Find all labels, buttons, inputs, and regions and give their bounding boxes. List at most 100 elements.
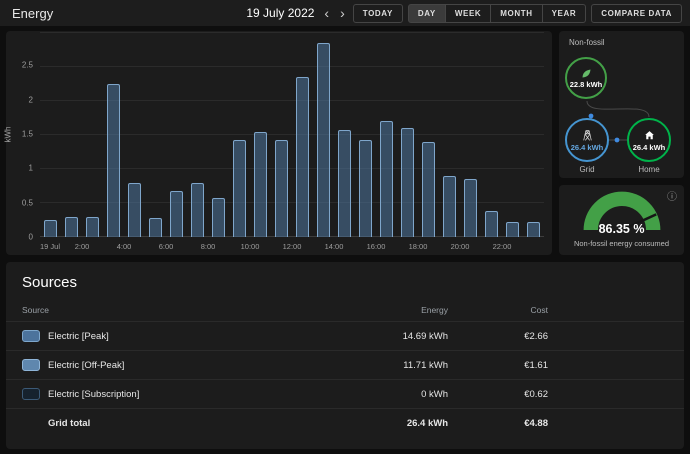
today-button[interactable]: TODAY xyxy=(353,4,403,23)
range-tabs: DAYWEEKMONTHYEAR xyxy=(408,4,586,23)
source-color-swatch xyxy=(22,388,40,400)
x-tick-label: 2:00 xyxy=(75,242,90,251)
chart-bar[interactable] xyxy=(107,84,120,237)
compare-data-button[interactable]: COMPARE DATA xyxy=(591,4,682,23)
non-fossil-circle[interactable]: 22.8 kWh xyxy=(565,57,607,99)
column-cost: Cost xyxy=(448,305,548,315)
table-row[interactable]: Electric [Off-Peak]11.71 kWh€1.61 xyxy=(6,350,684,379)
source-color-swatch xyxy=(22,330,40,342)
chart-bar[interactable] xyxy=(317,43,330,237)
table-row[interactable]: Electric [Peak]14.69 kWh€2.66 xyxy=(6,321,684,350)
non-fossil-value: 22.8 kWh xyxy=(570,80,603,89)
non-fossil-gauge-card: ⓘ 86.35 % Non-fossil energy consumed xyxy=(559,185,684,255)
y-tick-label: 0.5 xyxy=(22,198,33,207)
chart-bar[interactable] xyxy=(275,140,288,237)
y-tick-label: 1.5 xyxy=(22,130,33,139)
chart-bar[interactable] xyxy=(191,183,204,237)
x-tick-label: 8:00 xyxy=(201,242,216,251)
chart-x-axis: 19 Jul 2:00 4:00 6:00 8:00 10:00 12:00 14:00 16:… xyxy=(40,239,544,253)
chart-plot xyxy=(40,33,544,237)
gridline xyxy=(40,66,544,67)
table-row[interactable]: Electric [Subscription] 0 kWh€0.62 xyxy=(6,379,684,408)
source-name: Electric [Off-Peak] xyxy=(48,360,124,371)
home-value: 26.4 kWh xyxy=(633,143,666,152)
chart-bar[interactable] xyxy=(170,191,183,237)
right-column: Non-fossil 22.8 kWh 2 xyxy=(559,31,684,255)
sources-table-header: SourceEnergyCost xyxy=(6,299,684,321)
chart-bar[interactable] xyxy=(149,218,162,237)
x-tick-label: 22:00 xyxy=(493,242,512,251)
gauge-value: 86.35 % xyxy=(559,222,684,236)
y-axis-unit-label: kWh xyxy=(4,126,13,142)
tab-month[interactable]: MONTH xyxy=(490,4,542,23)
x-tick-label: 20:00 xyxy=(451,242,470,251)
y-tick-label: 1 xyxy=(29,164,33,173)
sources-card: Sources SourceEnergyCostElectric [Peak]1… xyxy=(6,262,684,449)
x-tick-label: 16:00 xyxy=(367,242,386,251)
x-tick-label: 19 Jul xyxy=(40,242,60,251)
x-tick-label: 14:00 xyxy=(325,242,344,251)
column-source: Source xyxy=(22,305,333,315)
chart-bar[interactable] xyxy=(338,130,351,237)
source-energy: 0 kWh xyxy=(333,389,448,400)
chart-bar[interactable] xyxy=(212,198,225,237)
chart-bar[interactable] xyxy=(233,140,246,237)
sources-table: SourceEnergyCostElectric [Peak]14.69 kWh… xyxy=(6,299,684,437)
chart-bar[interactable] xyxy=(296,77,309,237)
chart-y-axis: kWh 00.511.522.5 xyxy=(6,31,38,237)
y-tick-label: 2.5 xyxy=(22,61,33,70)
tab-year[interactable]: YEAR xyxy=(542,4,587,23)
chart-bar[interactable] xyxy=(254,132,267,237)
chevron-right-icon[interactable]: › xyxy=(337,6,348,20)
source-name: Grid total xyxy=(48,418,90,429)
chart-bar[interactable] xyxy=(527,222,540,237)
x-tick-label: 4:00 xyxy=(117,242,132,251)
chart-bar[interactable] xyxy=(443,176,456,237)
leaf-icon xyxy=(580,67,592,79)
chart-bar[interactable] xyxy=(128,183,141,237)
source-name: Electric [Subscription] xyxy=(48,389,139,400)
x-tick-label: 6:00 xyxy=(159,242,174,251)
tab-week[interactable]: WEEK xyxy=(445,4,491,23)
chart-bar[interactable] xyxy=(506,222,519,237)
source-cost: €0.62 xyxy=(448,389,548,400)
gauge-label: Non-fossil energy consumed xyxy=(559,239,684,248)
header-controls: 19 July 2022 ‹ › TODAY DAYWEEKMONTHYEAR … xyxy=(246,4,682,23)
chart-bar[interactable] xyxy=(464,179,477,237)
grid-value: 26.4 kWh xyxy=(571,143,604,152)
chart-bar[interactable] xyxy=(44,220,57,237)
x-tick-label: 12:00 xyxy=(283,242,302,251)
table-row[interactable]: Grid total 26.4 kWh€4.88 xyxy=(6,408,684,437)
grid-circle-label: Grid xyxy=(563,165,611,174)
chart-bar[interactable] xyxy=(485,211,498,237)
source-energy: 14.69 kWh xyxy=(333,331,448,342)
chart-bar[interactable] xyxy=(380,121,393,237)
source-color-swatch xyxy=(22,359,40,371)
x-tick-label: 10:00 xyxy=(241,242,260,251)
chart-bar[interactable] xyxy=(65,217,78,237)
chart-bar[interactable] xyxy=(359,140,372,237)
y-tick-label: 2 xyxy=(29,95,33,104)
tab-day[interactable]: DAY xyxy=(408,4,446,23)
chart-bar[interactable] xyxy=(401,128,414,237)
row-top: kWh 00.511.522.5 19 Jul2:004:006:008:001… xyxy=(6,31,684,255)
home-icon xyxy=(643,129,656,142)
info-icon[interactable]: ⓘ xyxy=(667,188,677,203)
source-cost: €4.88 xyxy=(448,418,548,429)
swatch-spacer xyxy=(22,417,40,429)
home-circle-label: Home xyxy=(625,165,673,174)
gridline xyxy=(40,32,544,33)
chart-bar[interactable] xyxy=(422,142,435,237)
source-energy: 11.71 kWh xyxy=(333,360,448,371)
chevron-left-icon[interactable]: ‹ xyxy=(321,6,332,20)
grid-circle[interactable]: 26.4 kWh xyxy=(565,118,609,162)
x-tick-label: 18:00 xyxy=(409,242,428,251)
source-energy: 26.4 kWh xyxy=(333,418,448,429)
sources-title: Sources xyxy=(6,262,684,299)
source-cost: €2.66 xyxy=(448,331,548,342)
date-label: 19 July 2022 xyxy=(246,6,314,20)
home-circle[interactable]: 26.4 kWh xyxy=(627,118,671,162)
app-header: Energy 19 July 2022 ‹ › TODAY DAYWEEKMON… xyxy=(0,0,690,26)
chart-bar[interactable] xyxy=(86,217,99,237)
y-tick-label: 0 xyxy=(29,233,33,242)
